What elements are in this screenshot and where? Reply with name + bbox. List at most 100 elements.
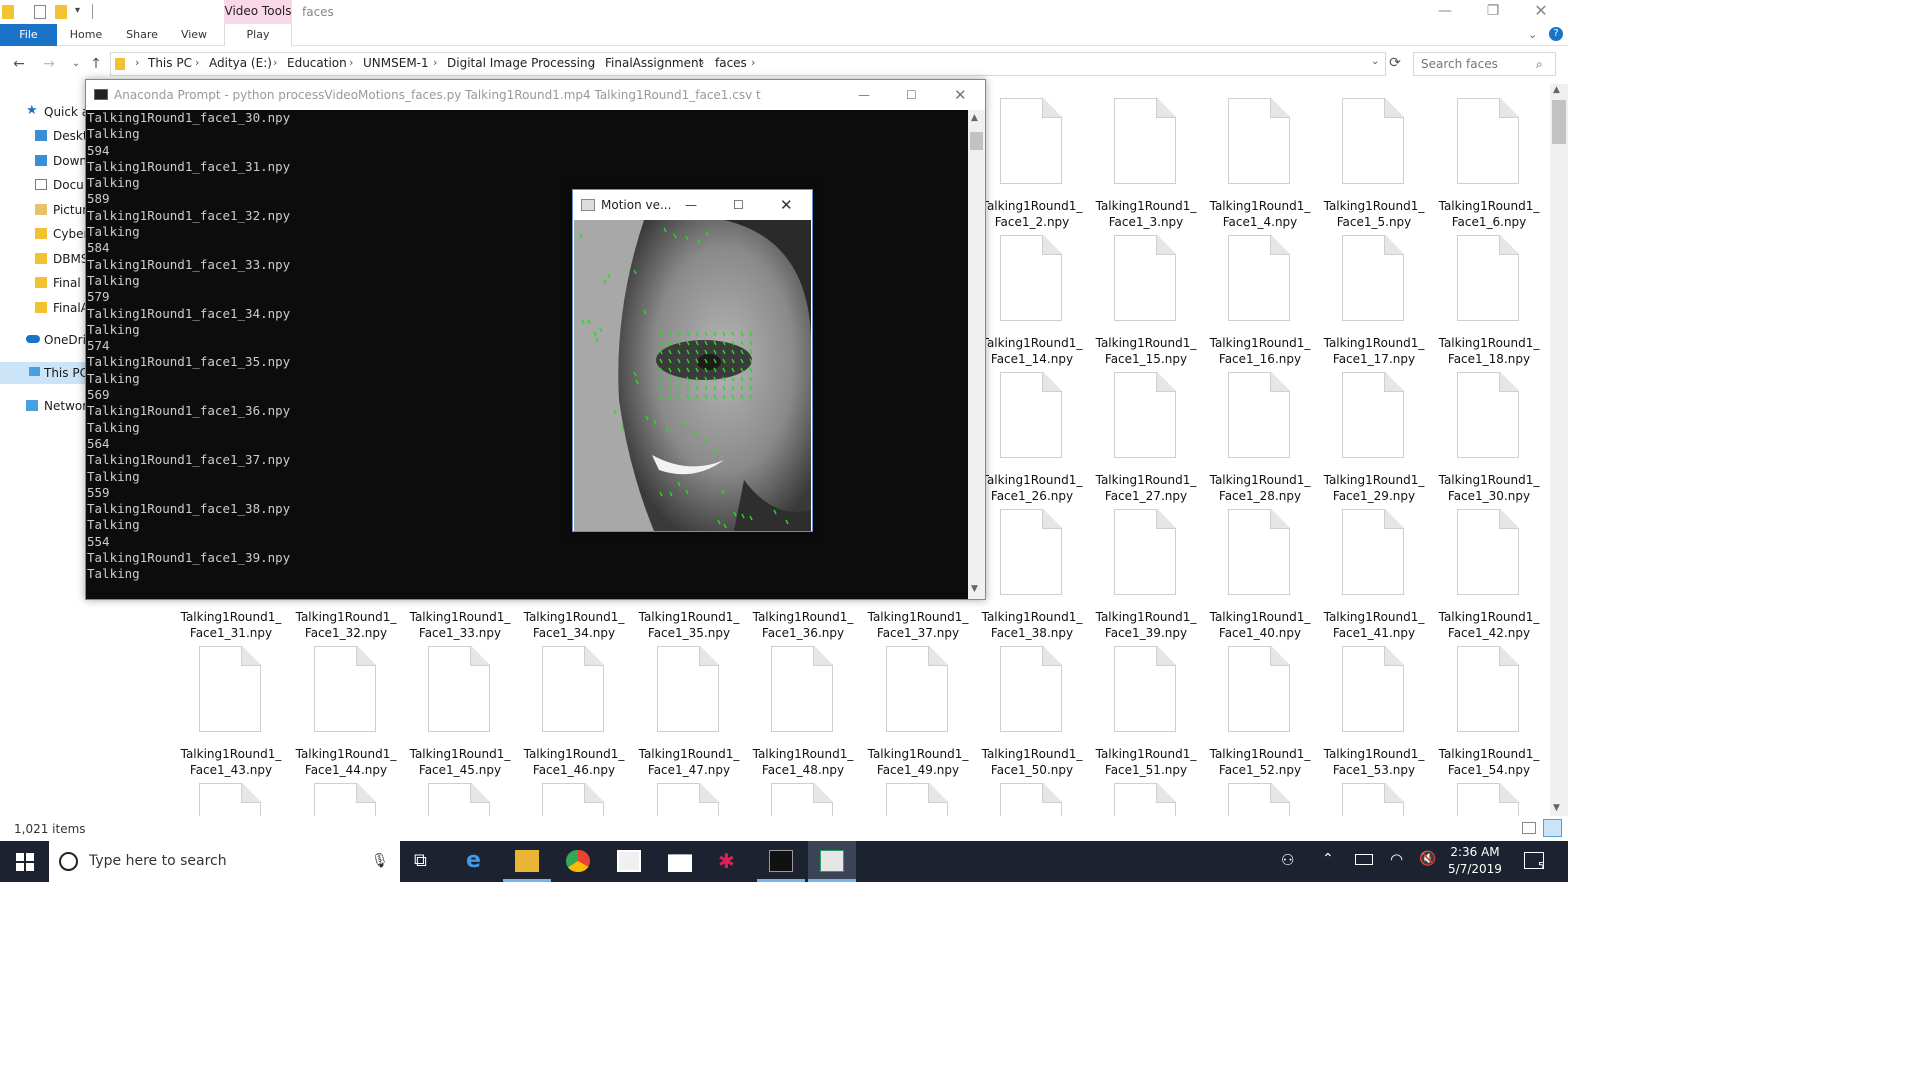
file-item[interactable]: Talking1Round1_ Face1_51.npy — [1094, 646, 1198, 777]
file-item[interactable] — [751, 783, 855, 816]
file-item[interactable] — [866, 783, 970, 816]
nav-item-desktop[interactable]: Deskt — [35, 125, 88, 147]
vertical-scrollbar[interactable] — [1550, 84, 1568, 816]
mail-icon[interactable] — [668, 854, 692, 872]
file-item[interactable]: Talking1Round1_ Face1_30.npy — [1437, 372, 1541, 503]
nav-item-onedrive[interactable]: OneDri — [26, 329, 86, 351]
details-view-icon[interactable] — [1522, 822, 1536, 834]
scrollbar-thumb[interactable] — [1552, 100, 1566, 144]
breadcrumb-education[interactable]: Education — [287, 56, 347, 70]
properties-icon[interactable] — [34, 5, 46, 19]
tab-home[interactable]: Home — [64, 24, 108, 46]
file-item[interactable] — [1094, 783, 1198, 816]
terminal-output[interactable]: Talking1Round1_face1_30.npy Talking 594 Tal… — [86, 110, 968, 599]
file-item[interactable] — [980, 783, 1084, 816]
file-item[interactable] — [522, 783, 626, 816]
breadcrumb-drive[interactable]: Aditya (E:) — [209, 56, 272, 70]
file-item[interactable]: Talking1Round1_ Face1_50.npy — [980, 646, 1084, 777]
terminal-scrollbar[interactable]: ▲ ▼ — [968, 110, 985, 599]
nav-item-documents[interactable]: Docu — [35, 174, 84, 196]
file-item[interactable]: Talking1Round1_ Face1_42.npy — [1437, 509, 1541, 640]
file-item[interactable]: Talking1Round1_ Face1_54.npy — [1437, 646, 1541, 777]
breadcrumb-separator-icon[interactable]: › — [195, 56, 199, 69]
terminal-taskbar-icon[interactable] — [769, 850, 793, 872]
people-icon[interactable]: ⚇ — [1281, 851, 1294, 869]
task-view-icon[interactable]: ⧉ — [414, 850, 438, 872]
file-item[interactable]: Talking1Round1_ Face1_28.npy — [1208, 372, 1312, 503]
anaconda-prompt-window[interactable]: Anaconda Prompt - python processVideoMot… — [85, 79, 986, 600]
motion-window-title-bar[interactable]: Motion ve... — ☐ ✕ — [573, 190, 812, 220]
back-button[interactable]: ← — [9, 56, 29, 72]
breadcrumb-finalassignment[interactable]: FinalAssignment — [605, 56, 703, 70]
file-item[interactable]: Talking1Round1_ Face1_17.npy — [1322, 235, 1426, 366]
address-bar[interactable]: › This PC › Aditya (E:) › Education › UN… — [110, 52, 1386, 76]
chrome-icon[interactable] — [566, 850, 590, 872]
python-window-icon[interactable] — [820, 850, 844, 872]
nav-item-network[interactable]: Networ — [26, 395, 87, 417]
motion-maximize-button[interactable]: ☐ — [733, 190, 744, 220]
nav-item-this-pc[interactable]: This PC — [0, 362, 88, 384]
tab-view[interactable]: View — [174, 24, 214, 46]
refresh-icon[interactable]: ⟳ — [1385, 55, 1405, 71]
breadcrumb-separator-icon[interactable]: › — [349, 56, 353, 69]
motion-vectors-window[interactable]: Motion ve... — ☐ ✕ — [572, 189, 813, 532]
file-item[interactable]: Talking1Round1_ Face1_45.npy — [408, 646, 512, 777]
file-item[interactable] — [637, 783, 741, 816]
nav-item-quick-access[interactable]: ★ Quick a — [26, 101, 89, 123]
file-item[interactable]: Talking1Round1_ Face1_2.npy — [980, 98, 1084, 229]
terminal-maximize-button[interactable]: ☐ — [906, 80, 917, 110]
nav-item-dbms[interactable]: DBMS — [35, 248, 88, 270]
file-item[interactable]: Talking1Round1_ Face1_39.npy — [1094, 509, 1198, 640]
help-icon[interactable]: ? — [1549, 27, 1563, 41]
breadcrumb-separator-icon[interactable]: › — [433, 56, 437, 69]
scroll-up-icon[interactable]: ▲ — [971, 113, 978, 123]
taskbar-search-box[interactable]: Type here to search 🎙 — [49, 841, 400, 882]
breadcrumb-separator-icon[interactable]: › — [751, 56, 755, 69]
file-item[interactable]: Talking1Round1_ Face1_41.npy — [1322, 509, 1426, 640]
file-explorer-icon[interactable] — [515, 850, 539, 872]
quick-access-dropdown-icon[interactable]: ▾ — [75, 5, 80, 16]
edge-icon[interactable]: e — [466, 850, 490, 872]
scroll-down-icon[interactable]: ▼ — [971, 584, 978, 594]
wifi-icon[interactable]: ◠ — [1390, 850, 1403, 868]
file-item[interactable]: Talking1Round1_ Face1_52.npy — [1208, 646, 1312, 777]
file-item[interactable]: Talking1Round1_ Face1_4.npy — [1208, 98, 1312, 229]
battery-icon[interactable] — [1355, 854, 1373, 865]
file-item[interactable]: Talking1Round1_ Face1_6.npy — [1437, 98, 1541, 229]
nav-item-finala[interactable]: FinalA — [35, 297, 89, 319]
file-item[interactable]: Talking1Round1_ Face1_49.npy — [866, 646, 970, 777]
scroll-down-icon[interactable]: ▼ — [1553, 803, 1560, 813]
ribbon-expand-icon[interactable]: ⌄ — [1528, 28, 1537, 41]
file-item[interactable] — [294, 783, 398, 816]
new-folder-icon[interactable] — [55, 5, 67, 19]
file-item[interactable]: Talking1Round1_ Face1_43.npy — [179, 646, 283, 777]
terminal-title-bar[interactable]: Anaconda Prompt - python processVideoMot… — [86, 80, 985, 110]
file-item[interactable]: Talking1Round1_ Face1_27.npy — [1094, 372, 1198, 503]
microphone-icon[interactable]: 🎙 — [371, 841, 389, 882]
up-button[interactable]: ↑ — [86, 56, 106, 72]
recent-locations-icon[interactable]: ⌄ — [66, 58, 86, 69]
file-item[interactable]: Talking1Round1_ Face1_16.npy — [1208, 235, 1312, 366]
breadcrumb-separator-icon[interactable]: › — [700, 56, 704, 69]
file-item[interactable]: Talking1Round1_ Face1_18.npy — [1437, 235, 1541, 366]
breadcrumb-faces[interactable]: faces — [715, 56, 747, 70]
file-item[interactable] — [408, 783, 512, 816]
file-item[interactable] — [1322, 783, 1426, 816]
close-button[interactable]: ✕ — [1518, 0, 1564, 24]
nav-item-final-f[interactable]: Final F — [35, 272, 91, 294]
file-item[interactable]: Talking1Round1_ Face1_46.npy — [522, 646, 626, 777]
file-item[interactable] — [179, 783, 283, 816]
file-item[interactable]: Talking1Round1_ Face1_48.npy — [751, 646, 855, 777]
file-item[interactable]: Talking1Round1_ Face1_40.npy — [1208, 509, 1312, 640]
search-input[interactable]: Search faces — [1413, 52, 1556, 76]
windows-start-icon[interactable] — [16, 853, 34, 871]
volume-muted-icon[interactable]: 🔇 — [1419, 851, 1436, 867]
show-hidden-icons-icon[interactable]: ⌃ — [1322, 851, 1334, 867]
file-item[interactable]: Talking1Round1_ Face1_44.npy — [294, 646, 398, 777]
nav-item-pictures[interactable]: Pictur — [35, 199, 87, 221]
file-item[interactable]: Talking1Round1_ Face1_14.npy — [980, 235, 1084, 366]
breadcrumb-separator-icon[interactable]: › — [591, 56, 595, 69]
breadcrumb-separator-icon[interactable]: › — [273, 56, 277, 69]
file-item[interactable]: Talking1Round1_ Face1_47.npy — [637, 646, 741, 777]
breadcrumb-dip[interactable]: Digital Image Processing — [447, 56, 595, 70]
